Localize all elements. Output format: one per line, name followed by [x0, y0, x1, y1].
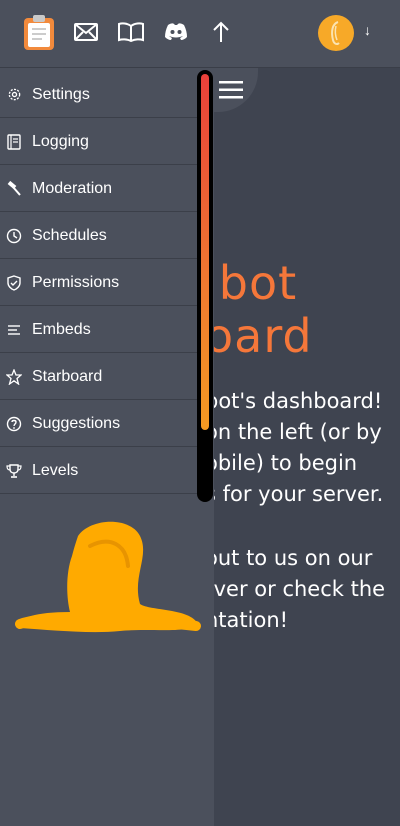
- sidebar-item-label: Starboard: [32, 367, 103, 385]
- sidebar-scrollbar[interactable]: [197, 70, 213, 502]
- sidebar-item-moderation[interactable]: Moderation: [0, 166, 198, 212]
- hero-title-line-2: oard: [205, 309, 313, 363]
- sidebar-item-label: Levels: [32, 461, 79, 479]
- discord-icon[interactable]: [161, 17, 191, 47]
- sidebar-item-label: Embeds: [32, 320, 91, 338]
- intro-text-line-3: obile) to begin: [205, 451, 358, 475]
- hero-title-line-1: ibot: [205, 256, 298, 310]
- sidebar-item-schedules[interactable]: Schedules: [0, 213, 198, 259]
- sidebar-item-embeds[interactable]: Embeds: [0, 307, 198, 353]
- sidebar-item-starboard[interactable]: Starboard: [0, 354, 198, 400]
- sidebar-item-label: Permissions: [32, 273, 120, 291]
- support-text-line-1: out to us on our: [205, 546, 373, 570]
- question-icon: [6, 416, 22, 432]
- sidebar-item-suggestions[interactable]: Suggestions: [0, 401, 198, 447]
- intro-text-line-4: s for your server.: [205, 482, 384, 506]
- hamburger-icon: [219, 81, 243, 99]
- support-text-line-3: ntation!: [205, 608, 289, 632]
- hammer-icon: [6, 180, 22, 197]
- shield-icon: [6, 274, 22, 291]
- arrow-up-icon[interactable]: [206, 17, 236, 47]
- log-icon: [6, 133, 22, 150]
- top-navbar: ↓: [0, 0, 400, 68]
- clock-icon: [6, 228, 22, 244]
- sidebar-item-label: Logging: [32, 132, 89, 150]
- user-menu-dropdown-arrow[interactable]: ↓: [364, 22, 371, 38]
- sidebar-item-label: Schedules: [32, 226, 107, 244]
- sidebar-item-label: Settings: [32, 85, 90, 103]
- sidebar-item-label: Moderation: [32, 179, 113, 197]
- intro-text-line-2: on the left (or by: [205, 420, 382, 444]
- sidebar-item-permissions[interactable]: Permissions: [0, 260, 198, 306]
- redaction-scribble: [15, 521, 201, 633]
- sidebar: Settings Logging Moderation Schedules Pe…: [0, 68, 214, 826]
- sidebar-item-label: Suggestions: [32, 414, 121, 432]
- star-icon: [6, 368, 22, 385]
- sidebar-item-levels[interactable]: Levels: [0, 448, 198, 494]
- mail-icon[interactable]: [71, 17, 101, 47]
- user-avatar[interactable]: [318, 15, 354, 51]
- support-text-line-2: rver or check the: [205, 577, 386, 601]
- lines-icon: [6, 322, 22, 338]
- clipboard-logo-icon[interactable]: [22, 13, 56, 51]
- sidebar-item-logging[interactable]: Logging: [0, 119, 198, 165]
- sidebar-item-settings[interactable]: Settings: [0, 72, 198, 118]
- scrollbar-thumb[interactable]: [201, 74, 209, 430]
- trophy-icon: [6, 463, 22, 479]
- book-icon[interactable]: [116, 17, 146, 47]
- gear-icon: [6, 87, 22, 103]
- intro-text-line-1: bot's dashboard!: [205, 389, 383, 413]
